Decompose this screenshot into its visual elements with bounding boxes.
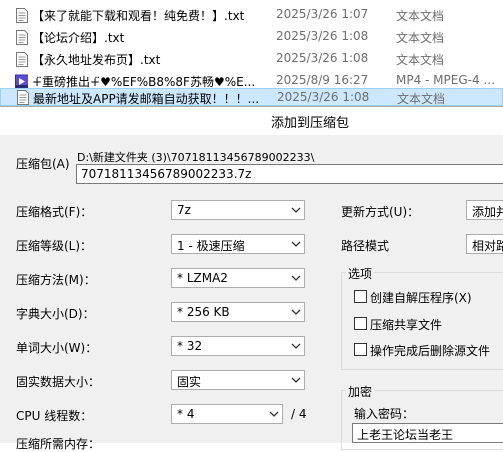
level-value: 1 - 极速压缩 [177,239,245,253]
chevron-down-icon [291,377,301,383]
cpu-value: * 4 [177,407,195,421]
archive-label: 压缩包(A) [16,157,70,171]
format-value: 7z [177,203,191,217]
dialog-title: 添加到压缩包 [271,116,350,131]
chevron-down-icon [291,241,301,247]
file-row[interactable]: 【永久地址发布页】.txt 2025/3/26 1:08 文本文档 [0,48,503,70]
file-row-selected[interactable]: 最新地址及APP请发邮箱自动获取！！！... 2025/3/26 1:08 文本… [0,88,503,106]
chevron-down-icon [291,343,301,349]
encryption-title: 加密 [346,383,375,400]
solid-select[interactable]: 固实 [171,370,305,390]
method-label: 压缩方法(M)： [16,273,96,287]
password-label: 输入密码： [354,407,415,421]
cpu-max: / 4 [291,407,307,421]
method-select[interactable]: * LZMA2 [171,268,305,288]
shared-checkbox[interactable] [354,317,367,330]
shared-label: 压缩共享文件 [370,318,443,332]
word-select[interactable]: * 32 [171,336,305,356]
file-type: 文本文档 [396,9,445,23]
method-value: * LZMA2 [177,271,228,285]
file-row[interactable]: 【论坛介绍】.txt 2025/3/26 1:08 文本文档 [0,26,503,48]
path-mode-select[interactable]: 相对路 [466,234,503,254]
level-label: 压缩等级(L)： [16,239,93,253]
dialog-titlebar[interactable]: 添加到压缩包 [0,107,503,135]
archive-path: D:\新建文件夹 (3)\70718113456789002233\ [77,151,315,164]
file-list: 【来了就能下载和观看！纯免费！】.txt 2025/3/26 1:07 文本文档… [0,0,503,106]
format-select[interactable]: 7z [171,200,305,220]
delete-source-checkbox[interactable] [354,343,367,356]
password-input[interactable]: 上老王论坛当老王 [352,423,503,443]
text-file-icon [16,8,28,23]
chevron-down-icon [291,309,301,315]
update-label: 更新方式(U)： [341,205,420,219]
file-name: 最新地址及APP请发邮箱自动获取！！！... [33,92,260,106]
cpu-label: CPU 线程数： [16,409,93,423]
add-to-archive-dialog: 添加到压缩包 压缩包(A) D:\新建文件夹 (3)\7071811345678… [0,106,503,451]
format-label: 压缩格式(F)： [16,205,93,219]
file-row[interactable]: 【来了就能下载和观看！纯免费！】.txt 2025/3/26 1:07 文本文档 [0,4,503,26]
word-value: * 32 [177,339,203,353]
options-title: 选项 [346,265,375,282]
dict-label: 字典大小(D)： [16,307,95,321]
archive-name-input[interactable]: 70718113456789002233.7z [76,164,503,184]
sfx-checkbox[interactable] [354,290,367,303]
mp4-file-icon [15,74,28,89]
file-date: 2025/3/26 1:08 [276,51,369,65]
cpu-select[interactable]: * 4 [171,404,283,424]
dict-select[interactable]: * 256 KB [171,302,305,322]
text-file-icon [16,52,28,67]
dict-value: * 256 KB [177,305,230,319]
chevron-down-icon [291,207,301,213]
update-select[interactable]: 添加并 [466,200,503,220]
path-mode-label: 路径模式 [341,239,390,253]
level-select[interactable]: 1 - 极速压缩 [171,234,305,254]
file-date: 2025/3/26 1:08 [276,29,369,43]
file-date: 2025/3/26 1:08 [277,90,370,104]
sfx-label: 创建自解压程序(X) [370,291,472,305]
path-mode-value: 相对路 [472,239,503,253]
file-type: 文本文档 [396,53,445,67]
update-value: 添加并 [472,205,503,219]
word-label: 单词大小(W)： [16,341,98,355]
file-type: 文本文档 [396,31,445,45]
file-date: 2025/8/9 16:27 [276,73,369,87]
file-name: 【永久地址发布页】.txt [32,53,161,67]
text-file-icon [16,30,28,45]
memory-label: 压缩所需内存： [16,437,101,451]
delete-source-label: 操作完成后删除源文件 [370,344,491,358]
solid-value: 固实 [177,375,202,389]
file-name: 【来了就能下载和观看！纯免费！】.txt [32,9,245,23]
chevron-down-icon [269,411,279,417]
file-name: 【论坛介绍】.txt [32,31,125,45]
chevron-down-icon [291,275,301,281]
file-type: 文本文档 [397,92,446,106]
file-type: MP4 - MPEG-4 ... [396,73,495,87]
file-date: 2025/3/26 1:07 [276,7,369,21]
solid-label: 固实数据大小： [16,375,101,389]
text-file-icon [17,90,29,105]
